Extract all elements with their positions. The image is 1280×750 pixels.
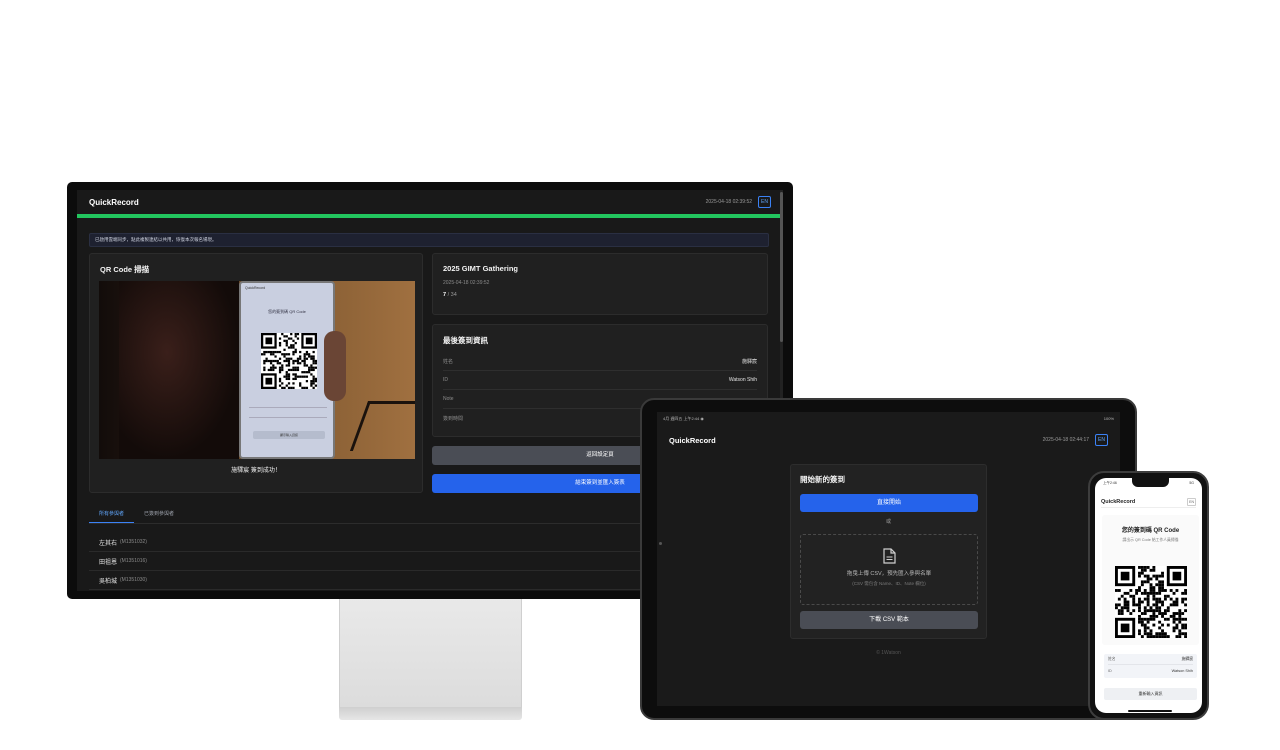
tablet-camera-dot bbox=[659, 542, 662, 545]
battery-status: 100% bbox=[1103, 416, 1114, 421]
sync-notice-banner[interactable]: 已啟用雲端同步，點此複製連結以共用，恢復本次報名場現。 bbox=[89, 233, 769, 247]
language-toggle-button[interactable]: EN bbox=[1187, 497, 1196, 506]
divider bbox=[249, 407, 327, 408]
field-value: Watson Shih bbox=[1171, 668, 1193, 673]
divider bbox=[249, 417, 327, 418]
participant-id: (M1351032) bbox=[120, 539, 147, 545]
start-direct-button[interactable]: 直接開始 bbox=[800, 494, 978, 512]
total-number: / 34 bbox=[447, 292, 457, 298]
qr-card-title: 您的簽到碼 QR Code bbox=[1121, 528, 1180, 534]
phone-device: 上午2:46 5G QuickRecord EN 您的簽到碼 QR Code 請… bbox=[1088, 471, 1209, 720]
dropzone-hint: (CSV 需包含 Name、ID、Note 欄位) bbox=[852, 581, 926, 586]
tab-all-participants[interactable]: 所有參與者 bbox=[89, 504, 135, 523]
app-brand: QuickRecord bbox=[669, 435, 716, 445]
app-brand: QuickRecord bbox=[89, 197, 139, 207]
participant-id: (M1351030) bbox=[120, 577, 147, 583]
event-time: 2025-04-18 02:39:52 bbox=[443, 280, 490, 286]
phone-qr-card: 您的簽到碼 QR Code 請出示 QR Code 給工作人員掃描 bbox=[1102, 515, 1199, 645]
field-label: 姓名 bbox=[1108, 656, 1116, 661]
field-value: 施驛宸 bbox=[741, 358, 757, 365]
field-row: 姓名 施驛宸 bbox=[443, 352, 757, 371]
monitor-stand-foot bbox=[339, 707, 522, 720]
tablet-status-bar: 4月 週四五 上午2:44 ◉ 100% bbox=[663, 416, 1114, 422]
qr-scan-title: QR Code 掃描 bbox=[100, 265, 150, 274]
app-brand: QuickRecord bbox=[1101, 498, 1136, 505]
field-label: 簽到時間 bbox=[443, 416, 464, 422]
camera-stool bbox=[349, 401, 415, 451]
scan-success-message: 施驛宸 簽到成功！ bbox=[231, 468, 281, 474]
tablet-app-header: QuickRecord 2025-04-18 02:44:17 EN bbox=[669, 432, 1108, 448]
language-toggle-button[interactable]: EN bbox=[1095, 434, 1108, 446]
camera-phone-button: 顯示輸入資訊 bbox=[253, 431, 325, 439]
event-name: 2025 GIMT Gathering bbox=[443, 264, 519, 273]
field-label: ID bbox=[1108, 668, 1112, 673]
field-row: ID Watson Shih bbox=[443, 371, 757, 390]
field-value: 施驛宸 bbox=[1181, 656, 1193, 661]
new-checkin-card: 開始新的簽到 直接開始 或 拖曳上傳 CSV，預先匯入參與名單 (CSV 需包含… bbox=[790, 464, 987, 639]
participant-name: 田祖恩 bbox=[99, 559, 118, 566]
phone-info-table: 姓名 施驛宸 ID Watson Shih bbox=[1104, 654, 1197, 678]
participant-name: 吳柏城 bbox=[99, 578, 118, 585]
monitor-stand bbox=[339, 598, 522, 708]
app-header: QuickRecord 2025-04-18 02:39:52 EN bbox=[77, 190, 783, 214]
phone-status-bar: 上午2:46 5G bbox=[1103, 481, 1194, 486]
field-label: ID bbox=[443, 377, 448, 383]
file-icon bbox=[883, 548, 896, 564]
qr-code-icon bbox=[261, 333, 317, 389]
progress-bar bbox=[77, 214, 780, 218]
scrollbar-thumb[interactable] bbox=[780, 192, 783, 342]
field-row: 姓名 施驛宸 bbox=[1108, 654, 1193, 665]
checked-in-number: 7 bbox=[443, 292, 447, 298]
camera-phone-brand: QuickRecord bbox=[245, 286, 266, 290]
status-time: 上午2:46 bbox=[1103, 481, 1117, 485]
device-mockup-stage: QuickRecord 2025-04-18 02:39:52 EN 已啟用雲端… bbox=[0, 0, 1280, 750]
camera-finger bbox=[324, 331, 346, 401]
checkin-count: 7 / 34 bbox=[443, 292, 757, 298]
camera-preview: QuickRecord 您的簽到碼 QR Code 顯示輸入資訊 bbox=[99, 281, 415, 459]
dropzone-label: 拖曳上傳 CSV，預先匯入參與名單 bbox=[846, 571, 932, 577]
field-label: Note bbox=[443, 396, 454, 402]
signal-status: 5G bbox=[1189, 481, 1194, 485]
participant-name: 左其右 bbox=[99, 540, 118, 547]
download-csv-template-button[interactable]: 下載 CSV 範本 bbox=[800, 611, 978, 629]
camera-hand bbox=[119, 281, 239, 459]
status-time: 4月 週四五 上午2:44 ◉ bbox=[663, 416, 704, 421]
home-indicator bbox=[1128, 710, 1172, 712]
camera-phone: QuickRecord 您的簽到碼 QR Code 顯示輸入資訊 bbox=[239, 281, 335, 459]
tab-checked-in-participants[interactable]: 已簽到參與者 bbox=[134, 504, 184, 523]
camera-phone-title: 您的簽到碼 QR Code bbox=[268, 309, 306, 314]
field-value: Watson Shih bbox=[728, 377, 757, 383]
csv-dropzone[interactable]: 拖曳上傳 CSV，預先匯入參與名單 (CSV 需包含 Name、ID、Note … bbox=[800, 534, 978, 605]
field-row: ID Watson Shih bbox=[1108, 665, 1193, 676]
footer-credit: © 1Watson bbox=[876, 650, 901, 656]
language-toggle-button[interactable]: EN bbox=[758, 196, 771, 208]
event-info-card: 2025 GIMT Gathering 2025-04-18 02:39:52 … bbox=[432, 253, 768, 315]
qr-scan-card: QR Code 掃描 QuickRecord 您的簽到碼 QR Code 顯示輸… bbox=[89, 253, 423, 493]
last-checkin-title: 最後簽到資訊 bbox=[443, 336, 488, 345]
tablet-device: 4月 週四五 上午2:44 ◉ 100% QuickRecord 2025-04… bbox=[640, 398, 1137, 720]
header-timestamp: 2025-04-18 02:44:17 bbox=[1042, 437, 1090, 443]
header-timestamp: 2025-04-18 02:39:52 bbox=[705, 199, 753, 205]
field-label: 姓名 bbox=[443, 358, 454, 365]
qr-code-icon bbox=[1115, 566, 1187, 638]
tablet-screen: 4月 週四五 上午2:44 ◉ 100% QuickRecord 2025-04… bbox=[657, 412, 1120, 706]
phone-app-header: QuickRecord EN bbox=[1101, 496, 1196, 508]
phone-screen: 上午2:46 5G QuickRecord EN 您的簽到碼 QR Code 請… bbox=[1095, 478, 1202, 713]
reenter-info-button[interactable]: 重新輸入資訊 bbox=[1104, 688, 1197, 700]
new-checkin-title: 開始新的簽到 bbox=[800, 475, 845, 484]
participant-id: (M1351016) bbox=[120, 558, 147, 564]
qr-card-subtitle: 請出示 QR Code 給工作人員掃描 bbox=[1122, 538, 1179, 542]
or-divider: 或 bbox=[885, 519, 891, 525]
